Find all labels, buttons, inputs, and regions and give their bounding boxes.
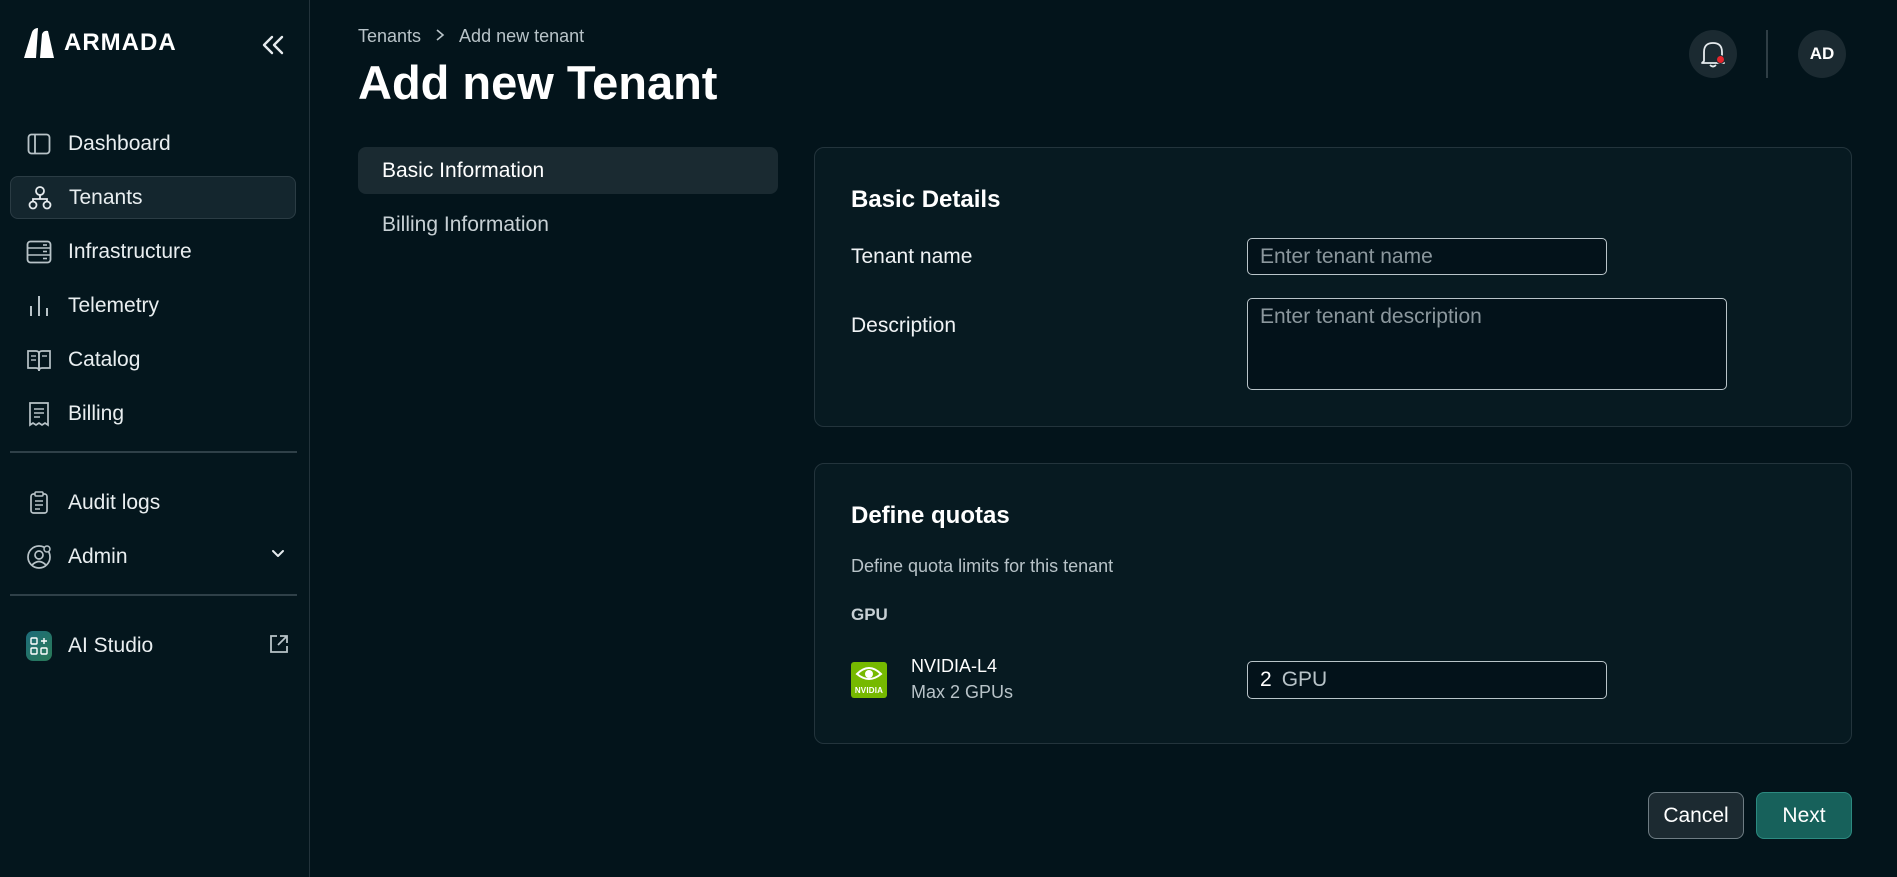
sidebar-item-label: Catalog xyxy=(68,347,141,371)
sidebar: ARMADA Dashboard Tenants Infrastructure … xyxy=(0,0,310,877)
gpu-max-limit: Max 2 GPUs xyxy=(911,682,1014,702)
gpu-section-heading: GPU xyxy=(851,605,888,624)
quotas-subtitle: Define quota limits for this tenant xyxy=(851,556,1114,576)
breadcrumb-tenants-link[interactable]: Tenants xyxy=(358,26,421,47)
bell-icon xyxy=(1701,42,1725,68)
nvidia-logo-icon: NVIDIA xyxy=(851,662,887,698)
external-link-icon[interactable] xyxy=(268,633,290,660)
basic-details-card: Basic Details Tenant name Description xyxy=(814,147,1852,427)
wizard-steps: Basic Information Billing Information xyxy=(358,147,778,255)
sidebar-item-admin[interactable]: Admin xyxy=(10,535,296,578)
notification-dot xyxy=(1716,55,1725,64)
breadcrumb: Tenants Add new tenant xyxy=(358,26,584,47)
double-chevron-left-icon xyxy=(262,35,284,55)
sidebar-item-label: Billing xyxy=(68,401,125,425)
tenants-icon xyxy=(27,185,53,211)
sidebar-item-infrastructure[interactable]: Infrastructure xyxy=(10,230,296,273)
step-billing-information[interactable]: Billing Information xyxy=(358,201,778,248)
tenant-name-input[interactable] xyxy=(1247,238,1607,275)
gpu-quota-unit: GPU xyxy=(1281,668,1328,691)
sidebar-item-catalog[interactable]: Catalog xyxy=(10,338,296,381)
sidebar-item-label: Infrastructure xyxy=(68,239,192,263)
ai-studio-icon-wrap xyxy=(26,630,52,661)
telemetry-icon xyxy=(26,293,52,319)
admin-icon xyxy=(26,544,52,570)
notifications-button[interactable] xyxy=(1689,30,1737,78)
sidebar-item-tenants[interactable]: Tenants xyxy=(10,176,296,219)
sidebar-item-label: AI Studio xyxy=(68,633,154,657)
chevron-right-icon xyxy=(435,26,445,47)
sidebar-item-label: Admin xyxy=(68,544,128,568)
sidebar-nav: Dashboard Tenants Infrastructure Telemet… xyxy=(10,122,297,678)
infrastructure-icon xyxy=(26,239,52,265)
sidebar-divider xyxy=(10,451,297,453)
ai-studio-icon xyxy=(26,630,52,661)
sidebar-item-dashboard[interactable]: Dashboard xyxy=(10,122,296,165)
define-quotas-card: Define quotas Define quota limits for th… xyxy=(814,463,1852,744)
catalog-icon xyxy=(26,347,52,373)
avatar[interactable]: AD xyxy=(1798,30,1846,78)
app-root: ARMADA Dashboard Tenants Infrastructure … xyxy=(0,0,1897,877)
sidebar-item-label: Tenants xyxy=(69,185,143,209)
sidebar-item-label: Telemetry xyxy=(68,293,160,317)
sidebar-item-label: Dashboard xyxy=(68,131,171,155)
sidebar-item-label: Audit logs xyxy=(68,490,161,514)
collapse-sidebar-button[interactable] xyxy=(258,30,288,60)
sidebar-divider xyxy=(10,594,297,596)
define-quotas-title: Define quotas xyxy=(851,502,1010,529)
brand-name: ARMADA xyxy=(64,29,177,56)
armada-logo[interactable]: ARMADA xyxy=(22,26,177,60)
step-basic-information[interactable]: Basic Information xyxy=(358,147,778,194)
gpu-quota-value[interactable]: 2 xyxy=(1260,668,1272,692)
armada-logo-mark xyxy=(24,28,54,58)
nvidia-logo-text: NVIDIA xyxy=(854,686,884,695)
page-title: Add new Tenant xyxy=(358,56,718,109)
breadcrumb-current: Add new tenant xyxy=(459,26,585,46)
description-textarea[interactable] xyxy=(1247,298,1727,390)
gpu-quota-input[interactable]: 2 GPU xyxy=(1247,661,1607,699)
gpu-name: NVIDIA-L4 xyxy=(911,656,998,676)
chevron-down-icon[interactable] xyxy=(270,545,286,566)
basic-details-title: Basic Details xyxy=(851,186,1001,213)
billing-icon xyxy=(26,401,52,427)
cancel-button[interactable]: Cancel xyxy=(1648,792,1744,839)
tenant-name-label: Tenant name xyxy=(851,245,973,268)
dashboard-icon xyxy=(26,131,52,157)
audit-logs-icon xyxy=(26,490,52,516)
sidebar-item-ai-studio[interactable]: AI Studio xyxy=(10,624,296,667)
sidebar-item-billing[interactable]: Billing xyxy=(10,392,296,435)
sidebar-item-audit-logs[interactable]: Audit logs xyxy=(10,481,296,524)
description-label: Description xyxy=(851,314,957,337)
sidebar-item-telemetry[interactable]: Telemetry xyxy=(10,284,296,327)
header-divider xyxy=(1766,30,1768,78)
next-button[interactable]: Next xyxy=(1756,792,1852,839)
